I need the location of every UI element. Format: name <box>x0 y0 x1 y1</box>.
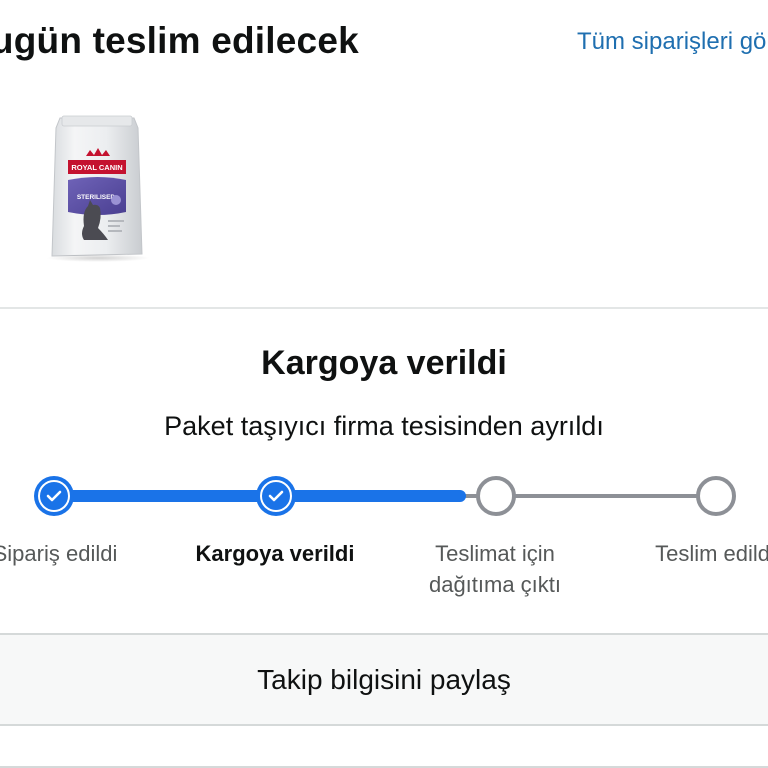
step-label-out-for-delivery: Teslimat için dağıtıma çıktı <box>428 541 562 597</box>
step-node-delivered <box>696 476 736 516</box>
section-divider <box>0 307 768 309</box>
order-tracking-page: Bugün teslim edilecek Tüm siparişleri gö… <box>0 0 768 768</box>
shipment-status-detail: Paket taşıyıcı firma tesisinden ayrıldı <box>164 411 604 441</box>
variant-label: STERILISED <box>77 194 116 201</box>
checkmark-icon <box>46 490 62 502</box>
step-node-ordered <box>34 476 74 516</box>
product-shadow <box>46 254 150 262</box>
step-node-shipped <box>256 476 296 516</box>
step-label-ordered: Sipariş edildi <box>0 541 118 566</box>
step-label-shipped: Kargoya verildi <box>195 541 355 566</box>
step-label-delivered: Teslim edildi <box>655 541 768 566</box>
checkmark-icon <box>268 490 284 502</box>
step-node-out-for-delivery <box>476 476 516 516</box>
shipment-status-title: Kargoya verildi <box>261 344 507 382</box>
product-image[interactable]: ROYAL CANIN STERILISED <box>38 108 154 268</box>
cat-food-bag-icon: ROYAL CANIN STERILISED <box>51 115 143 257</box>
view-all-orders-link[interactable]: Tüm siparişleri görüntüle <box>577 28 768 56</box>
brand-label: ROYAL CANIN <box>71 163 122 172</box>
delivery-heading: Bugün teslim edilecek <box>0 20 359 61</box>
share-tracking-button[interactable]: Takip bilgisini paylaş <box>0 633 768 726</box>
